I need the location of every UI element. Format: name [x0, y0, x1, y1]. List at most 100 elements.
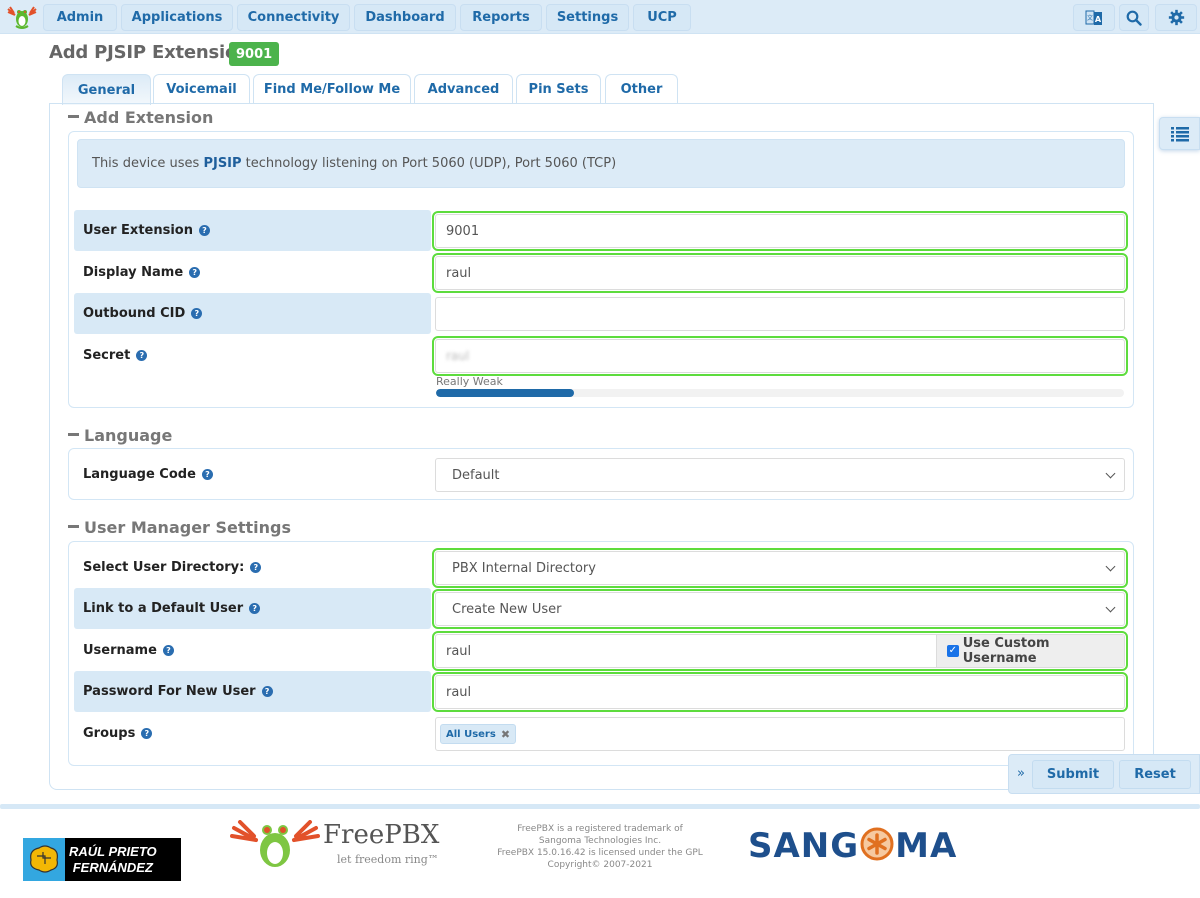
legal-text: FreePBX is a registered trademark of San… [492, 823, 708, 871]
sangoma-text: MA [895, 826, 958, 866]
field-label: User Extension? [83, 223, 210, 238]
legal-line: Copyright© 2007-2021 [547, 860, 653, 870]
password-strength-fill [436, 389, 574, 397]
reset-button[interactable]: Reset [1119, 760, 1191, 789]
settings-button[interactable] [1155, 4, 1197, 31]
tab-general[interactable]: General [62, 74, 151, 105]
legal-line: FreePBX is a registered trademark of [517, 824, 683, 834]
user-directory-select[interactable]: PBX Internal Directory [432, 548, 1128, 588]
legal-line: Sangoma Technologies Inc. [538, 836, 662, 846]
row-display-name: Display Name? raul [74, 252, 1128, 293]
raul-prieto-logo: RAÚL PRIETO FERNÁNDEZ [23, 838, 181, 881]
sangoma-logo: SANG MA [748, 826, 957, 866]
row-user-directory: Select User Directory:? PBX Internal Dir… [74, 547, 1128, 588]
tab-voicemail[interactable]: Voicemail [153, 74, 250, 104]
help-icon[interactable]: ? [249, 603, 261, 614]
gear-icon [1168, 9, 1184, 26]
password-strength-label: Really Weak [436, 375, 503, 388]
brand-line-1: RAÚL PRIETO [69, 844, 157, 859]
row-link-default-user: Link to a Default User? Create New User [74, 588, 1128, 629]
svg-text:文: 文 [1087, 14, 1093, 22]
legal-line: FreePBX 15.0.16.42 is licensed under the… [497, 848, 703, 858]
help-icon[interactable]: ? [162, 645, 174, 656]
footer-divider [0, 804, 1200, 809]
brain-icon [23, 838, 65, 881]
checkbox-checked-icon[interactable]: ✓ [947, 645, 959, 657]
help-icon[interactable]: ? [191, 308, 203, 319]
section-user-manager-toggle[interactable]: User Manager Settings [68, 518, 291, 537]
tab-find-me-follow-me[interactable]: Find Me/Follow Me [253, 74, 411, 104]
link-default-user-select[interactable]: Create New User [432, 589, 1128, 629]
row-username: Username? raul ✓ Use Custom Username [74, 630, 1128, 671]
field-label: Password For New User? [83, 684, 273, 699]
help-icon[interactable]: ? [261, 686, 273, 697]
help-icon[interactable]: ? [201, 469, 213, 480]
section-title-text: Language [84, 426, 173, 445]
nav-settings[interactable]: Settings [546, 4, 629, 31]
field-label: Select User Directory:? [83, 560, 262, 575]
field-label: Groups? [83, 726, 153, 741]
sangoma-text: SANG [748, 826, 860, 866]
nav-ucp[interactable]: UCP [633, 4, 691, 31]
username-input[interactable]: raul ✓ Use Custom Username [432, 631, 1128, 671]
freepbx-frog-icon [230, 820, 320, 867]
remove-tag-icon[interactable]: ✖ [501, 728, 510, 741]
language-code-select[interactable]: Default [435, 458, 1125, 492]
sidebar-toggle-button[interactable] [1159, 117, 1200, 150]
row-language-code: Language Code? Default [74, 454, 1127, 495]
info-tech: PJSIP [203, 156, 242, 171]
help-icon[interactable]: ? [136, 350, 148, 361]
language-button[interactable]: A 文 [1073, 4, 1115, 31]
tab-advanced[interactable]: Advanced [414, 74, 513, 104]
double-chevron-right-icon[interactable]: » [1017, 766, 1025, 781]
nav-applications[interactable]: Applications [121, 4, 233, 31]
nav-reports[interactable]: Reports [460, 4, 542, 31]
search-button[interactable] [1119, 4, 1149, 31]
translate-icon: A 文 [1085, 10, 1102, 25]
collapse-icon [68, 433, 79, 436]
chevron-down-icon [1105, 602, 1116, 613]
password-strength-bar [436, 389, 1124, 397]
action-bar: » Submit Reset [1008, 754, 1200, 794]
submit-button[interactable]: Submit [1032, 760, 1114, 789]
chevron-down-icon [1105, 468, 1116, 479]
chevron-down-icon [1105, 561, 1116, 572]
user-extension-input[interactable]: 9001 [432, 211, 1128, 251]
tab-other[interactable]: Other [605, 74, 678, 104]
extension-badge: 9001 [229, 42, 280, 66]
group-tag: All Users ✖ [440, 724, 517, 744]
field-label: Outbound CID? [83, 306, 203, 321]
help-icon[interactable]: ? [189, 267, 201, 278]
field-label: Username? [83, 643, 174, 658]
help-icon[interactable]: ? [141, 728, 153, 739]
password-new-user-input[interactable]: raul [432, 672, 1128, 712]
section-language-toggle[interactable]: Language [68, 426, 172, 445]
sangoma-asterisk-icon [860, 827, 894, 861]
tab-pin-sets[interactable]: Pin Sets [516, 74, 601, 104]
nav-connectivity[interactable]: Connectivity [237, 4, 350, 31]
row-groups: Groups? All Users ✖ [74, 713, 1127, 754]
checkbox-label: Use Custom Username [962, 636, 1050, 666]
nav-dashboard[interactable]: Dashboard [354, 4, 456, 31]
secret-input[interactable]: raul [432, 336, 1128, 376]
info-text: This device uses [92, 156, 204, 171]
row-user-extension: User Extension? 9001 [74, 210, 1128, 251]
use-custom-username-checkbox[interactable]: ✓ Use Custom Username [936, 635, 1124, 667]
freepbx-tagline: let freedom ring™ [337, 853, 439, 866]
nav-admin[interactable]: Admin [43, 4, 117, 31]
brand-line-2: FERNÁNDEZ [72, 860, 153, 875]
field-label: Link to a Default User? [83, 601, 261, 616]
field-label: Secret? [83, 348, 148, 363]
row-secret: Secret? raul [74, 335, 1128, 376]
section-title-text: User Manager Settings [84, 518, 292, 537]
help-icon[interactable]: ? [250, 562, 262, 573]
freepbx-frog-logo-icon[interactable] [6, 4, 38, 30]
outbound-cid-input[interactable] [435, 297, 1125, 331]
row-password-new-user: Password For New User? raul [74, 671, 1128, 712]
search-icon [1126, 10, 1142, 26]
display-name-input[interactable]: raul [432, 253, 1128, 293]
top-navbar: Admin Applications Connectivity Dashboar… [0, 0, 1200, 34]
groups-multiselect[interactable]: All Users ✖ [435, 717, 1125, 751]
section-add-extension-toggle[interactable]: Add Extension [68, 108, 213, 127]
help-icon[interactable]: ? [198, 225, 210, 236]
